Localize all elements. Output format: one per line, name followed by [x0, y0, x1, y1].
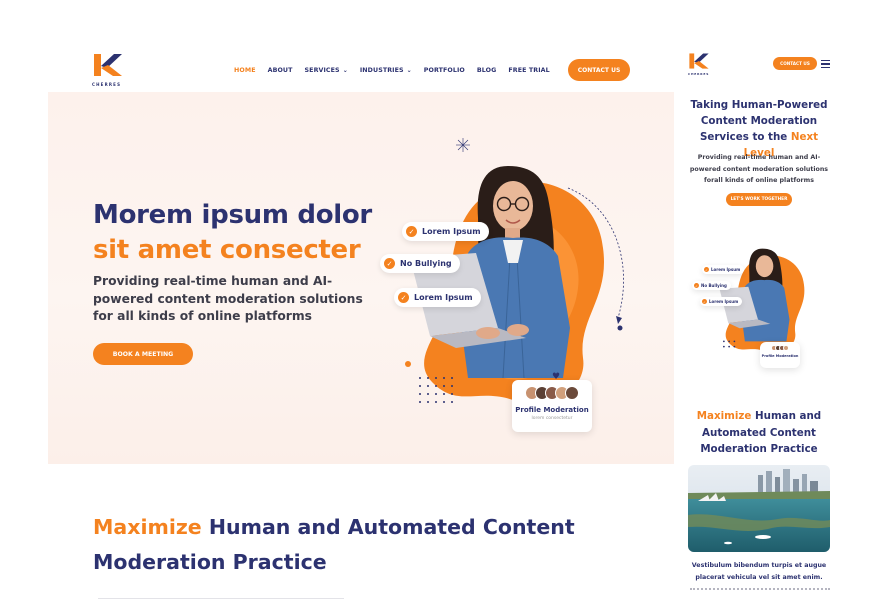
section2-title-rest: Human and Automated Content — [201, 515, 575, 539]
mobile-chip-no-bullying: ✓ No Bullying — [692, 281, 731, 290]
profile-card-title: Profile Moderation — [761, 354, 799, 358]
photo-caption: Vestibulum bibendum turpis et augue plac… — [691, 562, 827, 581]
desktop-preview: CHERRES HOME ABOUT SERVICES ⌄ INDUSTRIES ⌄… — [48, 30, 674, 600]
avatar-group — [512, 386, 592, 400]
nav-item-services-label: SERVICES — [304, 67, 340, 74]
avatar — [783, 345, 789, 351]
check-icon: ✓ — [406, 226, 417, 237]
section2-title-highlight: Maximize — [93, 515, 202, 539]
mobile-profile-card: Profile Moderation — [760, 342, 800, 368]
logo-k-mark-icon — [689, 53, 709, 69]
chip-label: Lorem Ipsum — [711, 267, 741, 272]
chip-label: No Bullying — [701, 283, 727, 288]
hero-title-line1: Morem ipsum dolor — [93, 200, 372, 230]
mobile-hero-illustration: ✓ Lorem Ipsum ✓ No Bullying ✓ Lorem Ipsum P… — [688, 232, 828, 372]
mobile-chip-lorem-ipsum-2: ✓ Lorem Ipsum — [700, 297, 743, 306]
nav-item-industries[interactable]: INDUSTRIES ⌄ — [360, 67, 412, 74]
section2-title-line2: Moderation Practice — [93, 550, 327, 574]
nav-item-about[interactable]: ABOUT — [268, 67, 293, 74]
nav-item-free-trial[interactable]: FREE TRIAL — [508, 67, 549, 74]
check-icon: ✓ — [398, 292, 409, 303]
mobile-section2-highlight: Maximize — [696, 410, 752, 422]
logo-k-mark-icon — [94, 54, 122, 76]
chip-label: No Bullying — [400, 259, 452, 268]
chip-no-bullying: ✓ No Bullying — [380, 254, 460, 273]
heart-icon: ♥ — [552, 372, 561, 382]
hero-title: Morem ipsum dolor sit amet consecter — [93, 198, 372, 268]
sydney-harbour-photo — [688, 465, 830, 552]
brand-wordmark: CHERRES — [688, 72, 710, 76]
work-together-button[interactable]: LET'S WORK TOGETHER — [726, 193, 792, 206]
hero-illustration: ✓ Lorem Ipsum ✓ No Bullying ✓ Lorem Ipsu… — [348, 128, 648, 448]
chip-lorem-ipsum-1: ✓ Lorem Ipsum — [402, 222, 489, 241]
avatar — [565, 386, 579, 400]
brand-logo[interactable]: CHERRES — [92, 52, 132, 90]
nav-item-home[interactable]: HOME — [234, 67, 256, 74]
mobile-chip-lorem-ipsum-1: ✓ Lorem Ipsum — [702, 265, 745, 274]
contact-us-button-mobile[interactable]: CONTACT US — [773, 57, 817, 70]
chip-label: Lorem Ipsum — [709, 299, 739, 304]
chip-label: Lorem Ipsum — [422, 227, 481, 236]
woman-with-laptop-illustration — [405, 138, 624, 404]
check-icon: ✓ — [704, 267, 709, 272]
profile-card-title: Profile Moderation — [515, 406, 589, 414]
hero-title-line2: sit amet consecter — [93, 235, 361, 265]
profile-moderation-card: Profile Moderation lorem consectetur — [512, 380, 592, 432]
nav-item-services[interactable]: SERVICES ⌄ — [305, 67, 348, 74]
brand-wordmark: CHERRES — [92, 82, 122, 87]
chevron-down-icon: ⌄ — [406, 67, 412, 74]
chevron-down-icon: ⌄ — [342, 67, 348, 74]
mobile-section2-title: Maximize Human and Automated Content Mod… — [684, 408, 834, 458]
hamburger-menu-icon[interactable] — [821, 60, 830, 70]
book-meeting-button[interactable]: BOOK A MEETING — [93, 343, 193, 365]
chip-lorem-ipsum-2: ✓ Lorem Ipsum — [394, 288, 481, 307]
contact-us-button[interactable]: CONTACT US — [568, 59, 630, 81]
divider — [98, 598, 344, 599]
check-icon: ✓ — [694, 283, 699, 288]
nav-item-portfolio[interactable]: PORTFOLIO — [424, 67, 465, 74]
chip-label: Lorem Ipsum — [414, 293, 473, 302]
profile-card-subtitle: lorem consectetur — [531, 416, 573, 421]
site-header: CHERRES HOME ABOUT SERVICES ⌄ INDUSTRIES ⌄… — [48, 30, 674, 92]
nav-item-industries-label: INDUSTRIES — [359, 67, 404, 74]
truncated-text-line — [690, 588, 830, 591]
mobile-preview: CHERRES CONTACT US Taking Human-Powered … — [680, 40, 836, 600]
main-nav: HOME ABOUT SERVICES ⌄ INDUSTRIES ⌄ PORTFOL… — [234, 67, 562, 74]
mobile-hero-subtitle: Providing real-time human and AI-powered… — [689, 154, 829, 184]
check-icon: ✓ — [702, 299, 707, 304]
hero-subtitle: Providing real-time human and AI-powered… — [93, 274, 363, 323]
section2-title: Maximize Human and Automated Content Mod… — [93, 510, 575, 580]
check-icon: ✓ — [384, 258, 395, 269]
nav-item-blog[interactable]: BLOG — [477, 67, 497, 74]
avatar-group — [760, 345, 800, 351]
harbour-image — [688, 465, 830, 552]
brand-logo-mobile[interactable]: CHERRES — [688, 52, 714, 76]
